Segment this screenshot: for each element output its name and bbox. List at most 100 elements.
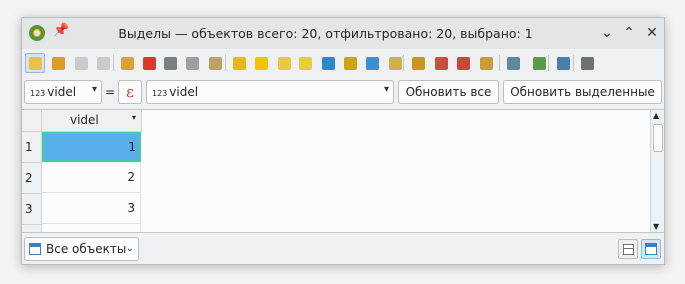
reload-table-button[interactable] — [93, 53, 113, 73]
table-cell — [42, 225, 141, 232]
delete-field-icon — [456, 56, 470, 70]
toggle-multi-edit-icon — [51, 56, 65, 70]
zoom-map-icon — [556, 56, 570, 70]
dock-button[interactable] — [577, 53, 597, 73]
close-button[interactable]: ✕ — [642, 23, 662, 43]
copy-icon — [185, 56, 199, 70]
copy-button[interactable] — [182, 53, 202, 73]
deselect-all-icon — [298, 56, 312, 70]
add-feature-icon — [120, 56, 134, 70]
form-view-button[interactable] — [618, 239, 638, 259]
column-header-videl[interactable]: videl ▾ — [42, 110, 142, 132]
field-calculator-icon — [506, 56, 520, 70]
filter-select-button[interactable] — [318, 53, 338, 73]
paste-features-button[interactable] — [431, 53, 451, 73]
zoom-map-button[interactable] — [553, 53, 573, 73]
pan-to-selected-icon — [365, 56, 379, 70]
zoom-to-selected-icon — [388, 56, 402, 70]
toggle-multi-edit-button[interactable] — [48, 53, 68, 73]
row-header[interactable]: 3 — [22, 194, 42, 225]
delete-field-button[interactable] — [453, 53, 473, 73]
select-all-icon — [254, 56, 268, 70]
value-input[interactable]: 123 videl ▾ — [146, 80, 394, 104]
attribute-table: videl ▾ 1 1 2 2 3 3 ▲ ▼ — [22, 109, 664, 233]
toolbar-separator — [548, 55, 549, 71]
chevron-down-icon: ⌄ — [125, 243, 134, 254]
invert-selection-icon — [277, 56, 291, 70]
copy-selected-rows-icon — [411, 56, 425, 70]
pan-to-selected-button[interactable] — [362, 53, 382, 73]
toolbar-separator — [225, 55, 226, 71]
move-selection-to-top-button[interactable] — [340, 53, 360, 73]
scrollbar-thumb[interactable] — [653, 124, 663, 152]
move-selection-to-top-icon — [343, 56, 357, 70]
filter-select-icon — [321, 56, 335, 70]
attribute-toolbar — [22, 51, 664, 77]
cut-button[interactable] — [160, 53, 180, 73]
toolbar-separator — [499, 55, 500, 71]
select-all-button[interactable] — [251, 53, 271, 73]
paste-button[interactable] — [205, 53, 225, 73]
table-corner-button[interactable] — [22, 110, 42, 132]
table-cell[interactable]: 3 — [42, 194, 141, 224]
table-cell[interactable]: 1 — [42, 132, 141, 162]
chevron-down-icon: ▾ — [383, 84, 389, 95]
field-combo-value: videl — [47, 85, 77, 99]
toggle-editing-button[interactable] — [25, 53, 45, 73]
invert-selection-button[interactable] — [274, 53, 294, 73]
attribute-table-window: 📌 Выделы — объектов всего: 20, отфильтро… — [21, 17, 665, 265]
scroll-down-icon[interactable]: ▼ — [653, 222, 659, 231]
table-view-button[interactable] — [641, 239, 661, 259]
pin-icon[interactable]: 📌 — [53, 23, 69, 38]
save-edits-icon — [74, 56, 88, 70]
expression-button[interactable]: ε — [118, 80, 142, 104]
save-edits-button[interactable] — [71, 53, 91, 73]
row-header[interactable]: 2 — [22, 163, 42, 194]
qgis-logo-icon — [29, 25, 45, 41]
column-header-label: videl — [70, 113, 99, 127]
delete-selected-button[interactable] — [139, 53, 159, 73]
toolbar-separator — [113, 55, 114, 71]
add-feature-button[interactable] — [117, 53, 137, 73]
form-view-icon — [622, 243, 634, 255]
row-header — [22, 225, 42, 232]
table-view-icon — [645, 243, 657, 255]
vertical-scrollbar[interactable]: ▲ ▼ — [650, 110, 664, 232]
table-icon — [29, 243, 41, 258]
scroll-up-icon[interactable]: ▲ — [653, 111, 659, 120]
maximize-button[interactable]: ⌃ — [619, 23, 639, 43]
cut-icon — [163, 56, 177, 70]
zoom-to-selected-button[interactable] — [385, 53, 405, 73]
delete-selected-icon — [142, 56, 156, 70]
conditional-formatting-button[interactable] — [529, 53, 549, 73]
chevron-down-icon: ▾ — [91, 84, 97, 95]
field-type-badge: 123 — [30, 89, 46, 98]
table-cell[interactable]: 2 — [42, 163, 141, 193]
update-all-button[interactable]: Обновить все — [398, 80, 499, 104]
row-header[interactable]: 1 — [22, 132, 42, 163]
sort-indicator-icon: ▾ — [131, 113, 136, 122]
filter-mode-combo[interactable]: Все объекты ⌄ — [24, 237, 139, 261]
deselect-all-button[interactable] — [295, 53, 315, 73]
toolbar-separator — [403, 55, 404, 71]
select-by-expression-button[interactable] — [229, 53, 249, 73]
title-bar: 📌 Выделы — объектов всего: 20, отфильтро… — [22, 18, 664, 49]
conditional-formatting-icon — [532, 56, 546, 70]
dock-icon — [580, 56, 594, 70]
update-selected-button[interactable]: Обновить выделенные — [503, 80, 662, 104]
new-field-icon — [479, 56, 493, 70]
toggle-editing-icon — [28, 56, 42, 70]
paste-features-icon — [434, 56, 448, 70]
toolbar-separator — [573, 55, 574, 71]
minimize-button[interactable]: ⌄ — [597, 23, 617, 43]
field-select-combo[interactable]: 123 videl ▾ — [24, 80, 102, 104]
field-calculator-button[interactable] — [503, 53, 523, 73]
new-field-button[interactable] — [476, 53, 496, 73]
select-by-expression-icon — [232, 56, 246, 70]
reload-table-icon — [96, 56, 110, 70]
field-calculator-bar: 123 videl ▾ = ε 123 videl ▾ Обновить все О… — [22, 80, 664, 106]
equals-label: = — [105, 85, 116, 99]
bottom-bar: Все объекты ⌄ — [22, 234, 664, 264]
copy-selected-rows-button[interactable] — [408, 53, 428, 73]
paste-icon — [208, 56, 222, 70]
